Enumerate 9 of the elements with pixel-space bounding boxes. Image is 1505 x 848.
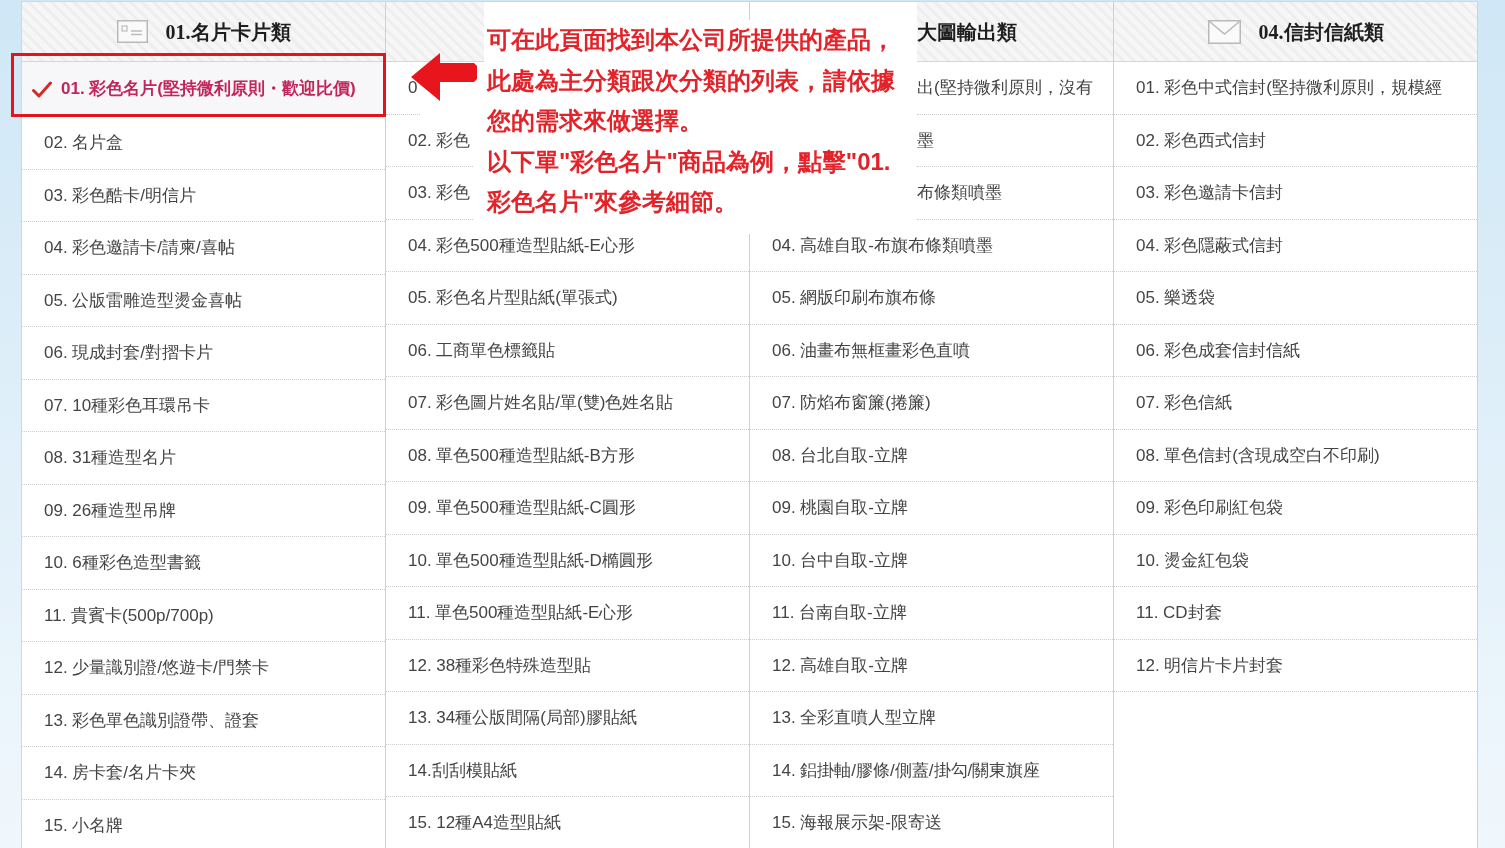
callout-text: 以下單"彩色名片"商品為例，點擊"01. 彩色名片"來參考細節。 [487, 146, 892, 218]
callout-text: 可在此頁面找到本公司所提供的產品，此處為主分類跟次分類的列表，請依據您的需求來做選擇。 [487, 25, 896, 137]
column-title: 04.信封信紙類 [1258, 19, 1384, 45]
column-title: 01.名片卡片類 [165, 19, 291, 45]
check-icon [32, 80, 52, 98]
category-link[interactable]: 01. 彩色名片(堅持微利原則・歡迎比價) [22, 62, 385, 117]
business-card-icon [116, 20, 148, 43]
envelope-icon [1207, 19, 1241, 44]
column-title: 大圖輸出類 [917, 19, 1017, 45]
